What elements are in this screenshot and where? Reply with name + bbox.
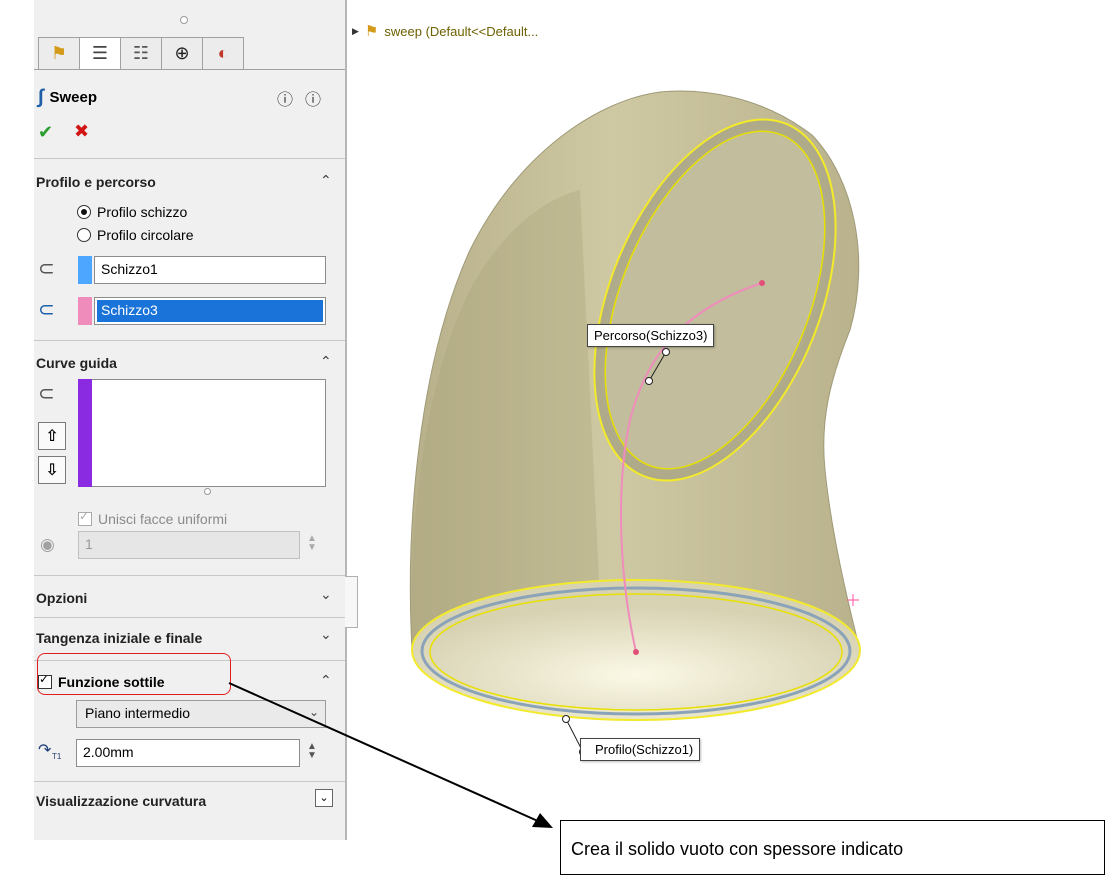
path-label-anchor bbox=[662, 348, 670, 356]
path-callout-label[interactable]: Percorso(Schizzo3) bbox=[587, 324, 715, 347]
model-viewport[interactable] bbox=[0, 0, 1107, 872]
profile-label-anchor bbox=[562, 715, 570, 723]
annotation-callout: Crea il solido vuoto con spessore indica… bbox=[560, 820, 1105, 875]
path-sketch-startpoint bbox=[633, 649, 639, 655]
path-sketch-endpoint bbox=[759, 280, 765, 286]
path-label-anchor bbox=[645, 377, 653, 385]
sweep-body-shade bbox=[411, 190, 600, 650]
profile-callout-label[interactable]: Profilo(Schizzo1) bbox=[580, 738, 701, 761]
